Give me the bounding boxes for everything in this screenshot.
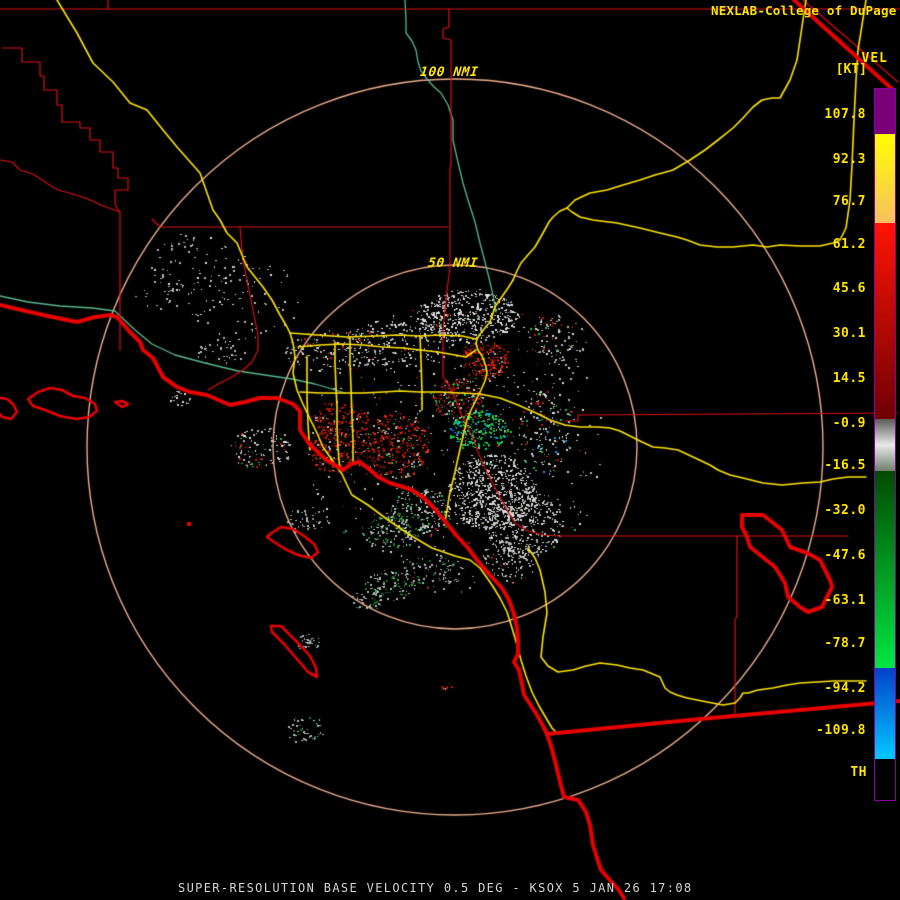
colorbar-segment <box>875 419 895 471</box>
colorbar-units: [KT] <box>835 62 867 77</box>
colorbar-segment <box>875 471 895 668</box>
colorbar-tick-label: 76.7 <box>832 194 866 209</box>
colorbar-tick-label: 45.6 <box>832 281 866 296</box>
colorbar-tick-label: -32.0 <box>824 503 866 518</box>
colorbar-segment <box>875 134 895 223</box>
colorbar-segment <box>875 668 895 759</box>
colorbar-tick-label: 14.5 <box>832 371 866 386</box>
colorbar-segment <box>875 223 895 419</box>
colorbar-tick-label: -94.2 <box>824 681 866 696</box>
colorbar-tick-label: -0.9 <box>832 416 866 431</box>
radar-map-canvas[interactable] <box>0 0 900 900</box>
colorbar-th-label: TH <box>850 765 867 780</box>
colorbar-tick-label: -47.6 <box>824 548 866 563</box>
colorbar-segment <box>875 759 895 800</box>
range-ring-label-100nmi: 100 NMI <box>419 65 480 80</box>
colorbar-tick-label: -78.7 <box>824 636 866 651</box>
colorbar-tick-label: 92.3 <box>832 152 866 167</box>
colorbar-tick-label: -109.8 <box>816 723 866 738</box>
colorbar-tick-label: 30.1 <box>832 326 866 341</box>
radar-viewer: NEXLAB-College of DuPage ↖ VEL [KT] 107.… <box>0 0 900 900</box>
header-title: NEXLAB-College of DuPage <box>711 3 897 18</box>
colorbar-tick-label: -63.1 <box>824 593 866 608</box>
colorbar-tick-label: -16.5 <box>824 458 866 473</box>
colorbar-tick-label: 61.2 <box>832 237 866 252</box>
colorbar-segment <box>875 89 895 134</box>
header: NEXLAB-College of DuPage ↖ <box>711 3 900 19</box>
range-ring-label-50nmi: 50 NMI <box>427 256 479 271</box>
velocity-colorbar <box>874 88 896 801</box>
product-caption: SUPER-RESOLUTION BASE VELOCITY 0.5 DEG -… <box>178 881 693 895</box>
colorbar-tick-label: 107.8 <box>824 107 866 122</box>
